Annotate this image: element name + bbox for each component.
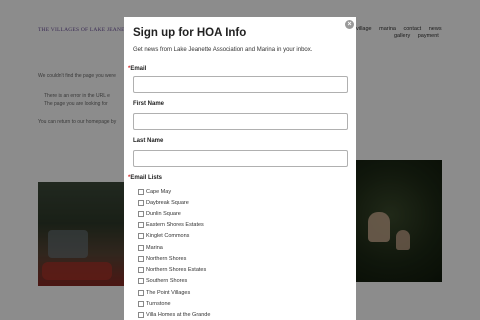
checkbox-row[interactable]: The Point Villages	[138, 287, 190, 298]
email-label: *Email	[128, 66, 147, 72]
checkbox[interactable]	[138, 277, 144, 284]
checkbox-row[interactable]: Daybreak Square	[138, 197, 189, 208]
checkbox-label: Cape May	[146, 188, 172, 195]
checkbox[interactable]	[138, 289, 144, 296]
checkbox-row[interactable]: Kinglet Commons	[138, 230, 189, 241]
checkbox-label: Marina	[146, 244, 163, 251]
checkbox-row[interactable]: Villa Homes at the Grande	[138, 309, 210, 320]
checkbox[interactable]	[138, 244, 144, 251]
last-name-field[interactable]	[133, 150, 348, 167]
checkbox-row[interactable]: Marina	[138, 242, 163, 253]
checkbox-label: Northern Shores	[146, 255, 187, 262]
checkbox-row[interactable]: Turnstone	[138, 298, 171, 309]
checkbox[interactable]	[138, 199, 144, 206]
signup-modal: × Sign up for HOA Info Get news from Lak…	[124, 17, 356, 320]
checkbox-label: Dunlin Square	[146, 210, 181, 217]
checkbox-label: Kinglet Commons	[146, 232, 190, 239]
checkbox-row[interactable]: Cape May	[138, 186, 171, 197]
last-name-label: Last Name	[133, 138, 164, 144]
modal-description: Get news from Lake Jeanette Association …	[133, 47, 313, 53]
checkbox[interactable]	[138, 210, 144, 217]
first-name-field[interactable]	[133, 113, 348, 130]
checkbox-label: Southern Shores	[146, 277, 188, 284]
checkbox-row[interactable]: Southern Shores	[138, 275, 187, 286]
checkbox[interactable]	[138, 232, 144, 239]
email-field[interactable]	[133, 76, 348, 93]
checkbox-label: Villa Homes at the Grande	[146, 311, 211, 318]
checkbox[interactable]	[138, 300, 144, 307]
checkbox[interactable]	[138, 311, 144, 318]
email-lists-label: *Email Lists	[128, 175, 163, 181]
modal-title: Sign up for HOA Info	[133, 27, 247, 39]
checkbox-row[interactable]: Northern Shores	[138, 253, 186, 264]
checkbox-label: The Point Villages	[146, 289, 191, 296]
checkbox-row[interactable]: Dunlin Square	[138, 208, 181, 219]
checkbox-row[interactable]: Eastern Shores Estates	[138, 219, 204, 230]
checkbox-label: Daybreak Square	[146, 199, 189, 206]
checkbox-label: Northern Shores Estates	[146, 266, 207, 273]
checkbox[interactable]	[138, 266, 144, 273]
checkbox-label: Eastern Shores Estates	[146, 221, 204, 228]
checkbox-row[interactable]: Northern Shores Estates	[138, 264, 206, 275]
checkbox[interactable]	[138, 221, 144, 228]
close-button[interactable]: ×	[345, 20, 354, 29]
checkbox-label: Turnstone	[146, 300, 171, 307]
checkbox[interactable]	[138, 255, 144, 262]
checkbox[interactable]	[138, 188, 144, 195]
first-name-label: First Name	[133, 101, 165, 107]
